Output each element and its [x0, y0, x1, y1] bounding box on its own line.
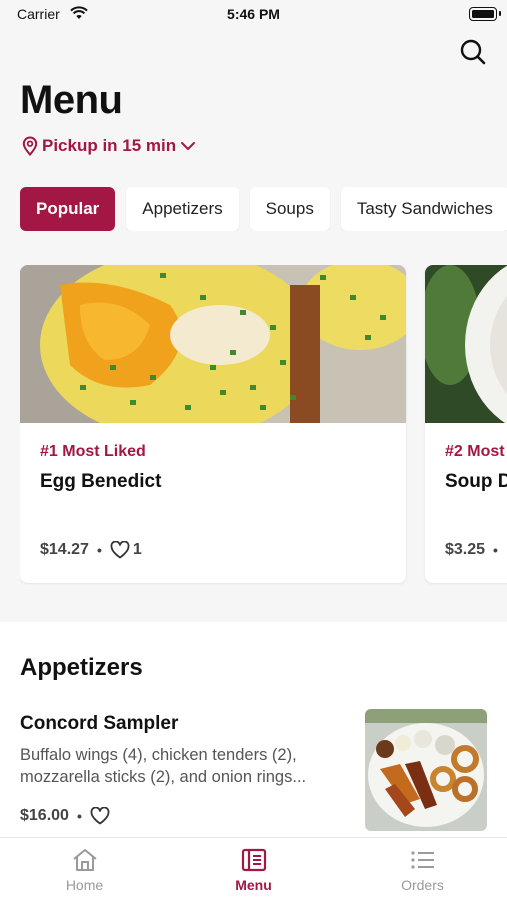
pickup-time-selector[interactable]: Pickup in 15 min — [22, 136, 196, 156]
category-chip-tasty-sandwiches[interactable]: Tasty Sandwiches — [340, 187, 507, 231]
tab-menu[interactable]: Menu — [169, 838, 338, 900]
heart-icon — [110, 541, 130, 559]
list-icon — [410, 851, 434, 869]
tab-orders-label: Orders — [401, 877, 444, 893]
soup-photo — [425, 265, 507, 423]
separator-dot: • — [493, 542, 498, 558]
battery-tip — [499, 11, 501, 16]
popular-card-egg-benedict[interactable]: #1 Most Liked Egg Benedict $14.27 • 1 — [20, 265, 406, 583]
card-price: $14.27 — [40, 541, 89, 558]
item-description: Buffalo wings (4), chicken tenders (2), … — [20, 746, 307, 786]
appetizers-section: Appetizers Concord Sampler Buffalo wings… — [0, 622, 507, 837]
egg-benedict-photo — [20, 265, 406, 423]
menu-book-icon — [241, 848, 266, 872]
category-chip-soups[interactable]: Soups — [249, 187, 330, 231]
item-price: $16.00 — [20, 807, 69, 824]
card-price: $3.25 — [445, 541, 486, 558]
item-meta: $16.00 • — [20, 807, 110, 825]
like-count: 1 — [132, 541, 142, 558]
item-name: Concord Sampler — [20, 713, 179, 734]
heart-icon[interactable] — [90, 807, 110, 825]
card-rank: #2 Most Liked — [445, 443, 507, 460]
separator-dot: • — [96, 542, 102, 558]
separator-dot: • — [76, 808, 82, 824]
tab-orders[interactable]: Orders — [338, 838, 507, 900]
category-chip-popular[interactable]: Popular — [20, 187, 116, 231]
chevron-down-icon — [181, 142, 196, 150]
concord-sampler-photo — [365, 709, 487, 831]
home-icon — [72, 849, 97, 871]
card-rank: #1 Most Liked — [40, 443, 146, 460]
card-meta: $3.25 • — [445, 541, 498, 559]
like-button[interactable]: 1 — [110, 541, 142, 559]
tab-menu-label: Menu — [235, 877, 272, 893]
status-bar: Carrier 5:46 PM — [0, 0, 507, 30]
battery-icon — [469, 7, 497, 21]
tab-home[interactable]: Home — [0, 838, 169, 900]
location-pin-icon — [22, 136, 38, 156]
category-chip-appetizers[interactable]: Appetizers — [126, 187, 239, 231]
bottom-tab-bar: Home Menu Orders — [0, 837, 507, 900]
clock: 5:46 PM — [227, 6, 280, 22]
card-name: Soup Du Jour — [445, 471, 507, 492]
pickup-label: Pickup in 15 min — [42, 136, 177, 155]
category-tabs: Popular Appetizers Soups Tasty Sandwiche… — [20, 187, 507, 231]
page-title: Menu — [20, 78, 123, 122]
popular-carousel: #1 Most Liked Egg Benedict $14.27 • 1 #2… — [20, 265, 507, 585]
section-title: Appetizers — [20, 654, 143, 681]
card-meta: $14.27 • 1 — [40, 541, 142, 559]
search-icon[interactable] — [459, 38, 487, 66]
card-name: Egg Benedict — [40, 471, 162, 492]
tab-home-label: Home — [65, 877, 104, 893]
menu-item-concord-sampler[interactable]: Concord Sampler Buffalo wings (4), chick… — [0, 707, 507, 837]
popular-card-soup[interactable]: #2 Most Liked Soup Du Jour $3.25 • — [425, 265, 507, 583]
